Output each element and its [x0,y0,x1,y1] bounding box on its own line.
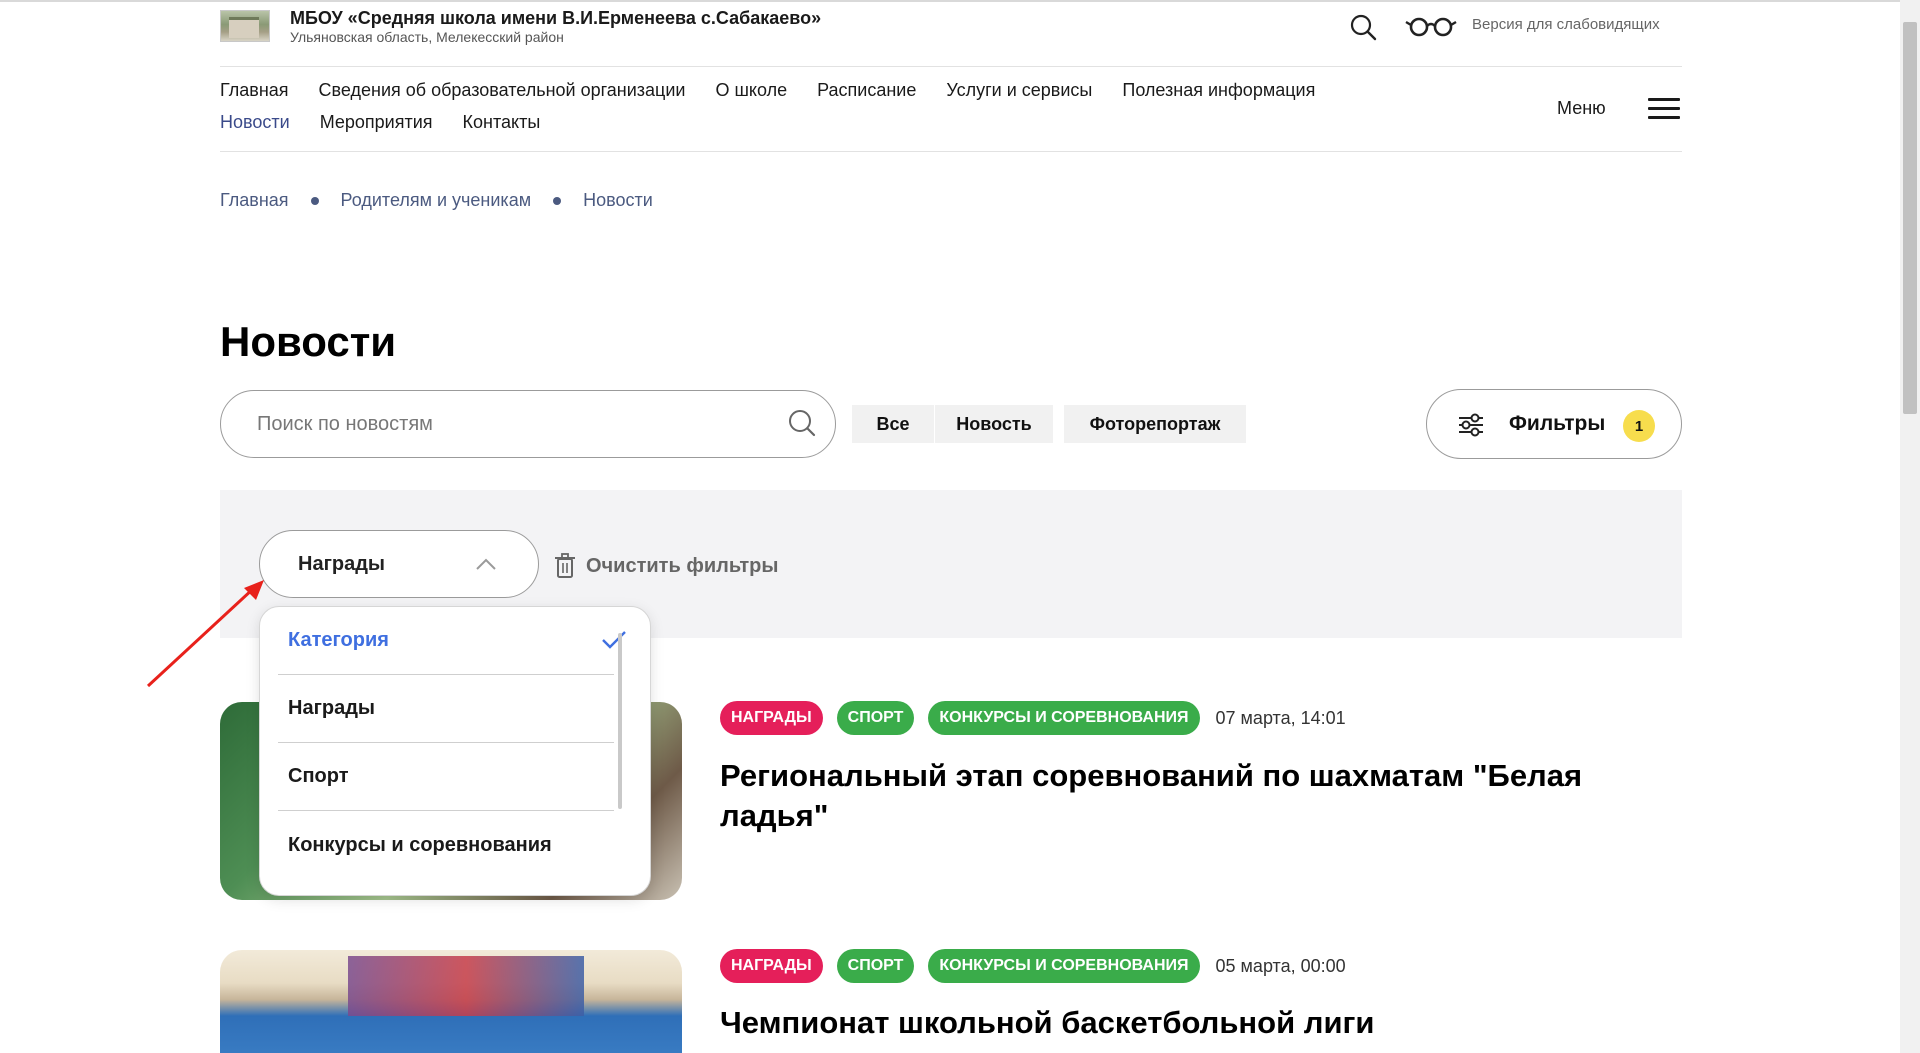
chip-news[interactable]: Новость [935,405,1053,443]
dropdown-option-category[interactable]: Категория [278,607,626,675]
search-icon[interactable] [1348,12,1378,42]
news-date: 07 марта, 14:01 [1215,707,1346,728]
category-dropdown-value: Награды [298,553,386,575]
news-title[interactable]: Региональный этап соревнований по шахмат… [720,756,1680,836]
page-scrollbar-thumb[interactable] [1903,22,1917,414]
sliders-icon [1459,413,1483,437]
chevron-up-icon [476,558,496,570]
news-tags: НАГРАДЫ СПОРТ КОНКУРСЫ И СОРЕВНОВАНИЯ 07… [720,701,1346,735]
dropdown-option-awards[interactable]: Награды [278,675,614,743]
chip-all[interactable]: Все [852,405,934,443]
vision-mode-link[interactable]: Версия для слабовидящих [1472,16,1660,33]
window-top-border [0,0,1920,2]
category-dropdown-menu: Категория Награды Спорт Конкурсы и сорев… [259,606,651,896]
nav-item-schedule[interactable]: Расписание [817,80,916,101]
nav-item-useful-info[interactable]: Полезная информация [1122,80,1315,101]
category-dropdown[interactable]: Награды [259,530,539,598]
hamburger-menu-icon[interactable] [1648,98,1680,120]
nav-row-1: Главная Сведения об образовательной орга… [220,80,1315,101]
menu-label[interactable]: Меню [1557,98,1606,119]
page-scrollbar[interactable] [1900,0,1920,1053]
header-divider [220,66,1682,67]
filters-count-badge: 1 [1623,410,1655,442]
filters-button[interactable]: Фильтры 1 [1426,389,1682,459]
dropdown-scrollbar[interactable] [618,633,622,809]
tag-sport[interactable]: СПОРТ [836,701,915,735]
breadcrumb-parents[interactable]: Родителям и ученикам [341,190,532,211]
dropdown-option-contests[interactable]: Конкурсы и соревнования [278,811,614,879]
news-image[interactable] [220,950,682,1053]
dropdown-option-sport[interactable]: Спорт [278,743,614,811]
filters-label: Фильтры [1509,412,1606,435]
news-search-box [220,390,836,458]
news-tags: НАГРАДЫ СПОРТ КОНКУРСЫ И СОРЕВНОВАНИЯ 05… [720,949,1346,983]
school-logo[interactable] [220,10,270,42]
nav-item-org-info[interactable]: Сведения об образовательной организации [319,80,686,101]
clear-filters-label: Очистить фильтры [586,554,779,577]
tag-awards[interactable]: НАГРАДЫ [720,701,823,735]
breadcrumb-separator [553,196,562,205]
news-date: 05 марта, 00:00 [1215,955,1346,976]
nav-row-2: Новости Мероприятия Контакты [220,112,540,133]
nav-item-contacts[interactable]: Контакты [463,112,541,133]
org-name[interactable]: МБОУ «Средняя школа имени В.И.Ерменеева … [290,8,821,29]
dropdown-option-label: Конкурсы и соревнования [288,833,552,856]
news-title[interactable]: Чемпионат школьной баскетбольной лиги [720,1003,1680,1043]
nav-item-events[interactable]: Мероприятия [320,112,433,133]
tag-awards[interactable]: НАГРАДЫ [720,949,823,983]
checkmark-icon [602,631,626,649]
nav-item-home[interactable]: Главная [220,80,289,101]
nav-divider [220,151,1682,152]
breadcrumb: Главная Родителям и ученикам Новости [220,190,653,211]
dropdown-option-label: Категория [288,629,389,651]
tag-contests[interactable]: КОНКУРСЫ И СОРЕВНОВАНИЯ [928,701,1200,735]
breadcrumb-home[interactable]: Главная [220,190,289,211]
breadcrumb-separator [310,196,319,205]
breadcrumb-current: Новости [583,190,653,210]
main-nav: Главная Сведения об образовательной орга… [220,80,1682,140]
org-region: Ульяновская область, Мелекесский район [290,29,564,45]
chip-photo-report[interactable]: Фоторепортаж [1064,405,1246,443]
dropdown-option-label: Спорт [288,765,349,787]
search-icon[interactable] [786,407,818,439]
clear-filters-button[interactable]: Очистить фильтры [554,553,778,579]
nav-item-services[interactable]: Услуги и сервисы [946,80,1092,101]
glasses-icon[interactable] [1405,14,1457,38]
nav-item-about[interactable]: О школе [715,80,787,101]
annotation-arrow [146,580,264,688]
news-search-input[interactable] [257,391,757,457]
nav-item-news[interactable]: Новости [220,112,290,133]
site-header: МБОУ «Средняя школа имени В.И.Ерменеева … [220,8,1682,66]
tag-contests[interactable]: КОНКУРСЫ И СОРЕВНОВАНИЯ [928,949,1200,983]
page-title: Новости [220,318,397,365]
dropdown-option-label: Награды [288,697,376,719]
trash-icon [555,553,575,578]
tag-sport[interactable]: СПОРТ [836,949,915,983]
